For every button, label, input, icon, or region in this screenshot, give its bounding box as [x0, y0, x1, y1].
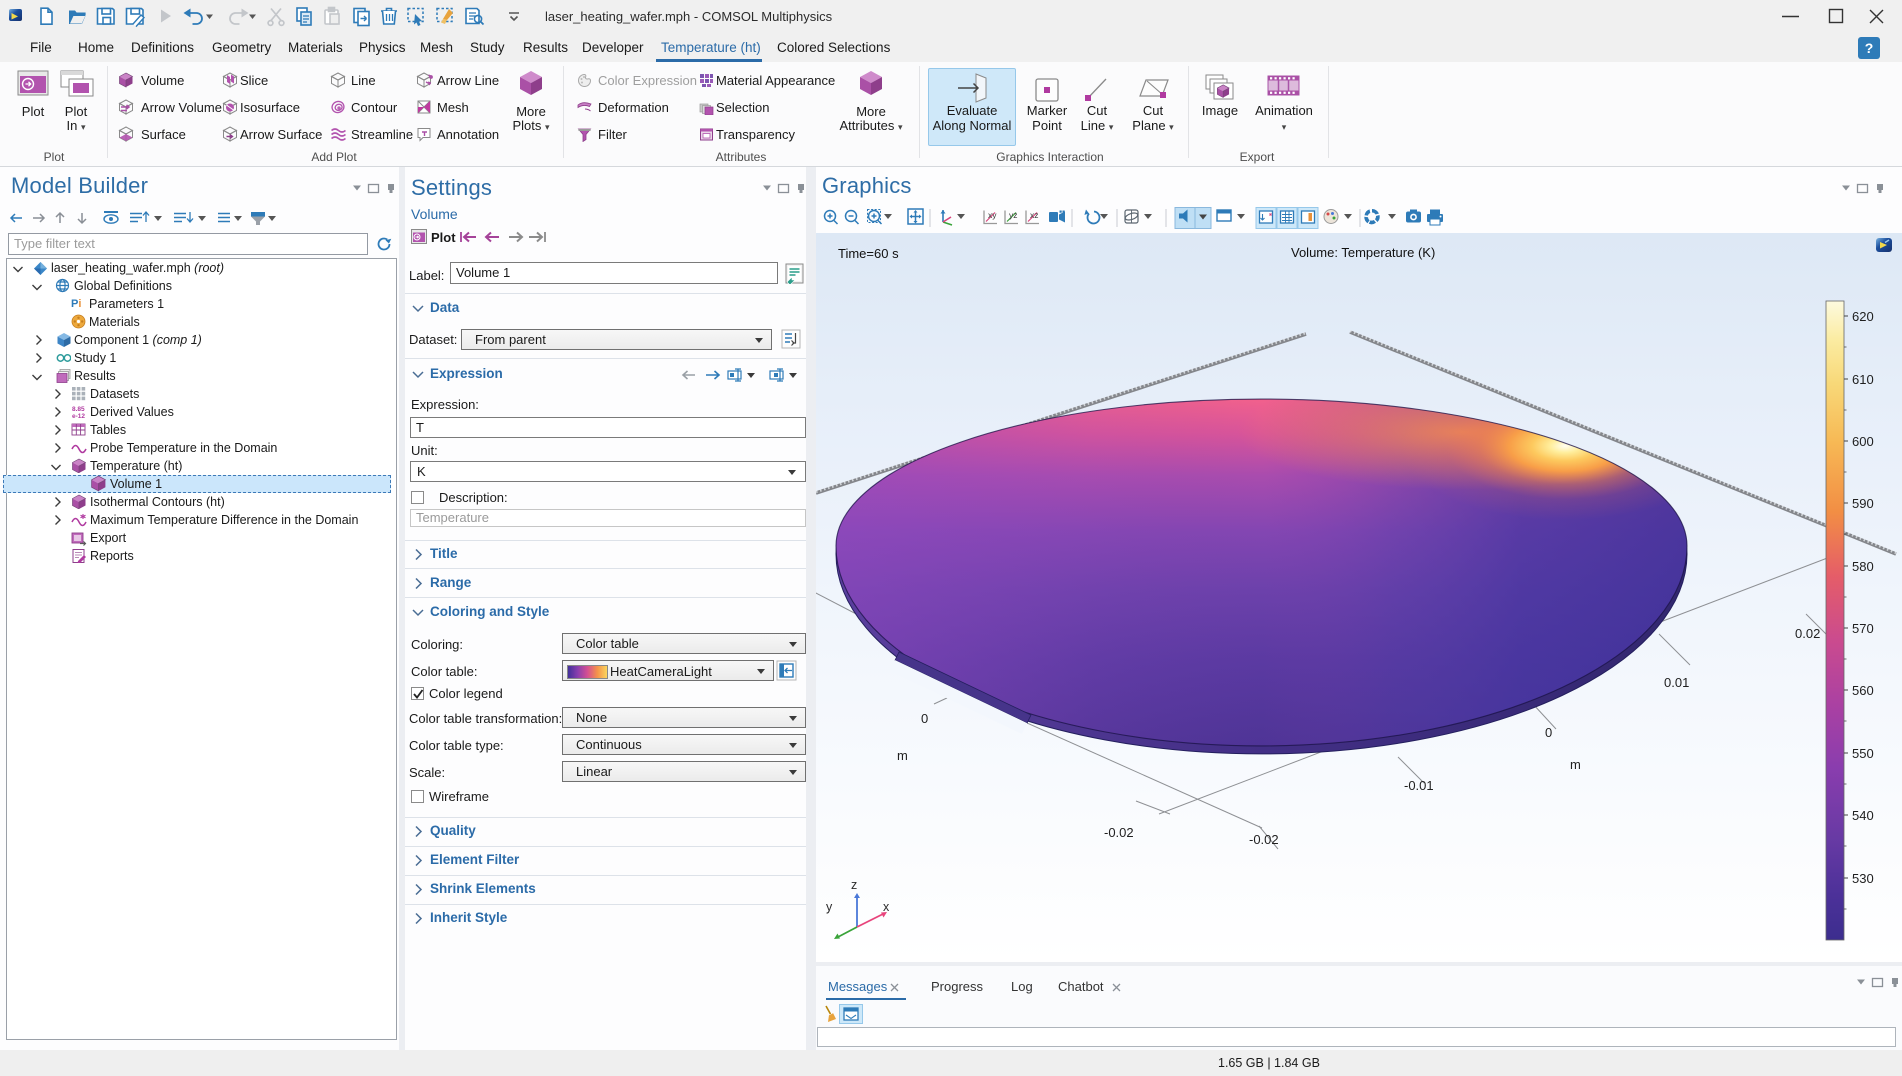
svg-text:xy: xy — [988, 210, 997, 220]
svg-text:m: m — [897, 748, 908, 763]
svg-text:600: 600 — [1852, 434, 1874, 449]
svg-text:610: 610 — [1852, 372, 1874, 387]
svg-text:530: 530 — [1852, 871, 1874, 886]
svg-text:0.01: 0.01 — [1664, 675, 1689, 690]
svg-text:540: 540 — [1852, 808, 1874, 823]
svg-text:yz: yz — [1009, 210, 1018, 220]
svg-text:-0.02: -0.02 — [1104, 825, 1134, 840]
svg-text:y: y — [826, 900, 833, 914]
svg-text:-0.01: -0.01 — [1404, 778, 1434, 793]
svg-text:550: 550 — [1852, 746, 1874, 761]
svg-text:z: z — [851, 878, 857, 892]
svg-text:m: m — [1570, 757, 1581, 772]
svg-text:590: 590 — [1852, 496, 1874, 511]
svg-text:580: 580 — [1852, 559, 1874, 574]
svg-text:xz: xz — [1030, 210, 1039, 220]
svg-text:560: 560 — [1852, 683, 1874, 698]
svg-text:570: 570 — [1852, 621, 1874, 636]
svg-text:-0.02: -0.02 — [1249, 832, 1279, 847]
svg-text:0: 0 — [1545, 725, 1552, 740]
svg-text:620: 620 — [1852, 309, 1874, 324]
svg-text:0: 0 — [921, 711, 928, 726]
svg-text:0.02: 0.02 — [1795, 626, 1820, 641]
svg-text:x: x — [883, 900, 890, 914]
